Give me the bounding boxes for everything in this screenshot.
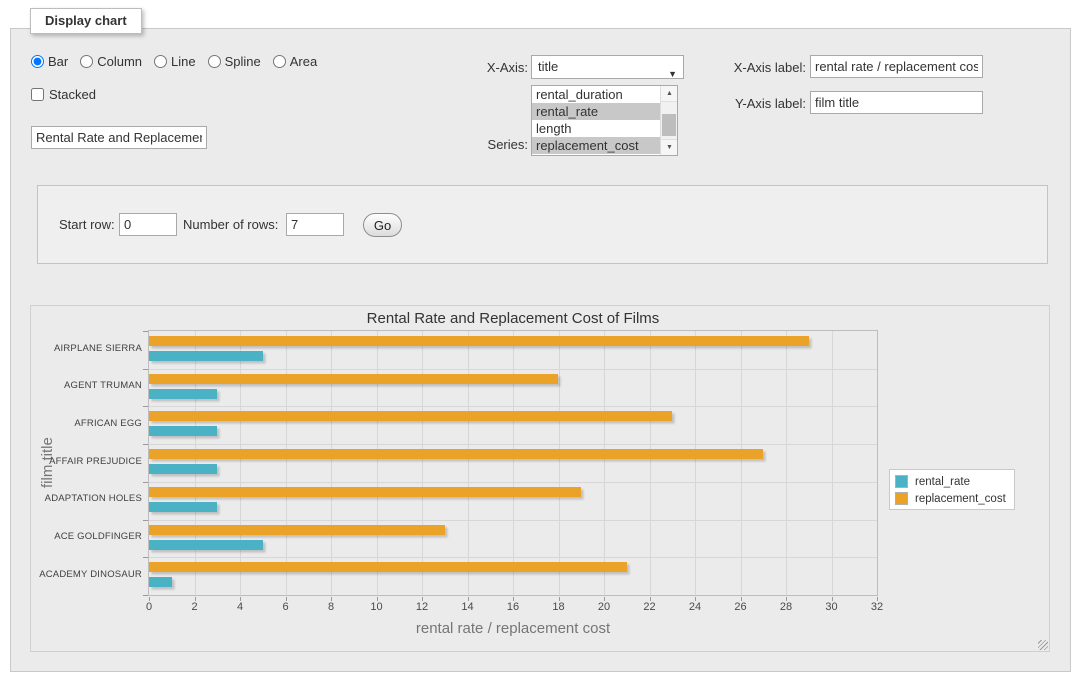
category-label: AGENT TRUMAN bbox=[31, 380, 142, 392]
bar-replacement_cost bbox=[149, 449, 763, 459]
y-tick bbox=[143, 369, 148, 370]
chart-x-axis-title: rental rate / replacement cost bbox=[149, 620, 877, 637]
chart-legend: rental_rate replacement_cost bbox=[889, 469, 1015, 510]
select-dropdown-arrow-icon: ▼ bbox=[668, 63, 677, 85]
radio-line-input[interactable] bbox=[154, 55, 167, 68]
bar-rental_rate bbox=[149, 464, 217, 474]
y-tick bbox=[143, 406, 148, 407]
series-label: Series: bbox=[440, 137, 528, 153]
x-tick-label: 26 bbox=[734, 601, 746, 613]
number-of-rows-input[interactable] bbox=[286, 213, 344, 236]
chart-type-radio-group: Bar Column Line Spline Area bbox=[31, 54, 329, 69]
row-range-box: Start row: Number of rows: Go bbox=[37, 185, 1048, 264]
series-option-length[interactable]: length bbox=[532, 120, 660, 137]
x-axis-selected-value: title bbox=[538, 59, 558, 74]
radio-column-input[interactable] bbox=[80, 55, 93, 68]
x-tick-label: 20 bbox=[598, 601, 610, 613]
x-tick-label: 30 bbox=[825, 601, 837, 613]
legend-row: rental_rate bbox=[895, 475, 1006, 488]
radio-bar[interactable]: Bar bbox=[31, 54, 68, 69]
number-of-rows-label: Number of rows: bbox=[183, 217, 278, 233]
category-label: ADAPTATION HOLES bbox=[31, 493, 142, 505]
legend-row: replacement_cost bbox=[895, 492, 1006, 505]
start-row-label: Start row: bbox=[59, 217, 115, 233]
bar-rental_rate bbox=[149, 351, 263, 361]
y-tick bbox=[143, 444, 148, 445]
scrollbar-thumb[interactable] bbox=[662, 114, 676, 136]
x-axis-select[interactable]: title ▼ bbox=[531, 55, 684, 79]
panel-title: Display chart bbox=[30, 8, 142, 34]
scrollbar-up-icon[interactable]: ▲ bbox=[661, 86, 678, 102]
x-tick-label: 2 bbox=[191, 601, 197, 613]
y-tick bbox=[143, 595, 148, 596]
start-row-input[interactable] bbox=[119, 213, 177, 236]
x-tick-label: 10 bbox=[370, 601, 382, 613]
bar-replacement_cost bbox=[149, 336, 809, 346]
category-label: AIRPLANE SIERRA bbox=[31, 343, 142, 355]
bar-replacement_cost bbox=[149, 411, 672, 421]
category-label: ACE GOLDFINGER bbox=[31, 531, 142, 543]
resize-handle-icon[interactable] bbox=[1038, 640, 1048, 650]
stacked-checkbox-row: Stacked bbox=[31, 87, 96, 102]
bar-chart: Rental Rate and Replacement Cost of Film… bbox=[30, 305, 1050, 652]
legend-swatch-rental_rate bbox=[895, 475, 908, 488]
bar-replacement_cost bbox=[149, 562, 627, 572]
series-option-rental-duration[interactable]: rental_duration bbox=[532, 86, 660, 103]
stacked-label: Stacked bbox=[49, 87, 96, 102]
scrollbar-down-icon[interactable]: ▼ bbox=[661, 139, 678, 155]
radio-spline-input[interactable] bbox=[208, 55, 221, 68]
x-tick-label: 18 bbox=[552, 601, 564, 613]
x-tick-label: 0 bbox=[146, 601, 152, 613]
y-tick bbox=[143, 482, 148, 483]
radio-spline[interactable]: Spline bbox=[208, 54, 261, 69]
series-multiselect[interactable]: rental_duration rental_rate length repla… bbox=[531, 85, 678, 156]
radio-bar-input[interactable] bbox=[31, 55, 44, 68]
bar-rental_rate bbox=[149, 540, 263, 550]
x-tick-label: 8 bbox=[328, 601, 334, 613]
stacked-checkbox[interactable] bbox=[31, 88, 44, 101]
x-axis-label: X-Axis: bbox=[440, 60, 528, 76]
series-option-rental-rate[interactable]: rental_rate bbox=[532, 103, 660, 120]
legend-label: replacement_cost bbox=[915, 493, 1006, 505]
bar-replacement_cost bbox=[149, 374, 558, 384]
y-axis-label-input[interactable] bbox=[810, 91, 983, 114]
bar-rental_rate bbox=[149, 577, 172, 587]
go-button[interactable]: Go bbox=[363, 213, 402, 237]
chart-plot-area bbox=[148, 330, 878, 596]
category-label: ACADEMY DINOSAUR bbox=[31, 569, 142, 581]
x-axis-label-caption: X-Axis label: bbox=[704, 60, 806, 76]
x-tick-label: 6 bbox=[282, 601, 288, 613]
series-option-replacement-cost[interactable]: replacement_cost bbox=[532, 137, 660, 154]
category-label: AFFAIR PREJUDICE bbox=[31, 456, 142, 468]
y-tick bbox=[143, 520, 148, 521]
listbox-scrollbar[interactable]: ▲ ▼ bbox=[660, 86, 677, 155]
chart-title: Rental Rate and Replacement Cost of Film… bbox=[149, 310, 877, 327]
bar-rental_rate bbox=[149, 426, 217, 436]
bar-replacement_cost bbox=[149, 487, 581, 497]
bar-replacement_cost bbox=[149, 525, 445, 535]
legend-label: rental_rate bbox=[915, 476, 970, 488]
y-axis-label-caption: Y-Axis label: bbox=[704, 96, 806, 112]
x-tick-label: 16 bbox=[507, 601, 519, 613]
radio-column[interactable]: Column bbox=[80, 54, 142, 69]
x-tick-label: 4 bbox=[237, 601, 243, 613]
chart-title-input[interactable] bbox=[31, 126, 207, 149]
bar-rental_rate bbox=[149, 389, 217, 399]
x-tick-label: 14 bbox=[461, 601, 473, 613]
radio-line[interactable]: Line bbox=[154, 54, 196, 69]
radio-area[interactable]: Area bbox=[273, 54, 317, 69]
bar-rental_rate bbox=[149, 502, 217, 512]
x-tick-label: 12 bbox=[416, 601, 428, 613]
category-label: AFRICAN EGG bbox=[31, 418, 142, 430]
y-tick bbox=[143, 557, 148, 558]
radio-area-input[interactable] bbox=[273, 55, 286, 68]
y-tick bbox=[143, 331, 148, 332]
legend-swatch-replacement_cost bbox=[895, 492, 908, 505]
x-tick-label: 22 bbox=[643, 601, 655, 613]
x-tick-label: 32 bbox=[871, 601, 883, 613]
x-axis-label-input[interactable] bbox=[810, 55, 983, 78]
x-tick-label: 28 bbox=[780, 601, 792, 613]
x-tick-label: 24 bbox=[689, 601, 701, 613]
